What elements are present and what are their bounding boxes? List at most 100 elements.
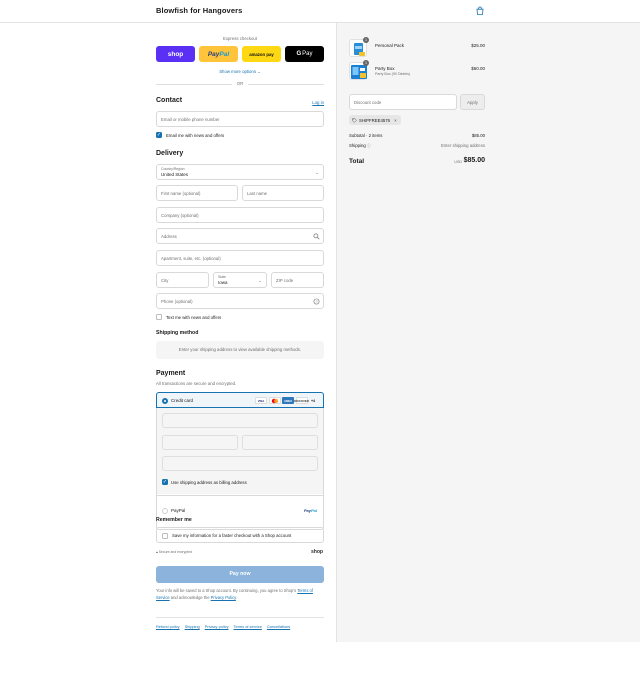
credit-card-radio[interactable] (162, 398, 168, 404)
legal-end: . (235, 594, 237, 600)
total-row: Total USD $85.00 (349, 157, 485, 166)
paypal-radio[interactable] (162, 508, 168, 514)
shop-logo: shop (311, 549, 323, 555)
item-price: $60.00 (471, 66, 485, 71)
refund-policy-link[interactable]: Refund policy (156, 624, 180, 629)
help-icon[interactable]: ? (313, 298, 320, 305)
legal-notice: Your info will be saved to a Shop accoun… (156, 588, 324, 601)
state-select[interactable]: State Iowa ⌄ (213, 272, 267, 288)
payment-options: Credit card VISA AMEX DISCOVER +4 ✓ Use … (156, 392, 324, 530)
phone-placeholder: Phone (optional) (161, 299, 193, 304)
privacy-policy-link[interactable]: Privacy Policy (211, 595, 236, 600)
email-placeholder: Email or mobile phone number (161, 117, 220, 122)
shipping-method-title: Shipping method (156, 330, 199, 336)
secure-text: 🔒︎ Secure and encrypted (156, 550, 192, 554)
shop-pay-button[interactable]: shop (156, 46, 195, 62)
total-label: Total (349, 158, 365, 165)
paypal-label: PayPal (171, 508, 186, 513)
paypal-pay-text: Pay (207, 50, 220, 58)
credit-card-fields: ✓ Use shipping address as billing addres… (157, 408, 323, 494)
amazon-pay-button[interactable]: amazon pay (242, 46, 281, 62)
card-security-field[interactable] (242, 435, 318, 450)
paypal-button[interactable]: Pay Pal (199, 46, 238, 62)
address-placeholder: Address (161, 234, 177, 239)
billing-same-checkbox[interactable]: ✓ (162, 479, 168, 485)
privacy-link[interactable]: Privacy policy (205, 624, 229, 629)
discount-tag-code: SHIPFREE4576 (359, 117, 391, 123)
paypal-logo: PayPal (304, 508, 317, 513)
apply-button[interactable]: Apply (460, 94, 485, 110)
google-pay-button[interactable]: G Pay (285, 46, 324, 62)
visa-icon: VISA (255, 397, 267, 404)
chevron-down-icon: ⌄ (258, 278, 262, 283)
first-name-field[interactable]: First name (optional) (156, 185, 238, 201)
billing-same-label: Use shipping address as billing address (171, 480, 247, 485)
address-field[interactable]: Address (156, 228, 324, 244)
country-label: Country/Region (161, 167, 185, 171)
zip-field[interactable]: ZIP code (271, 272, 324, 288)
credit-card-option[interactable]: Credit card VISA AMEX DISCOVER +4 (156, 392, 324, 408)
terms-link[interactable]: Terms of service (234, 624, 262, 629)
paypal-logo-pay: Pay (303, 508, 311, 513)
mastercard-icon (268, 397, 281, 404)
product-image: 1 (349, 37, 369, 57)
text-news-checkbox[interactable] (156, 314, 162, 320)
shipping-value: Enter shipping address (441, 143, 485, 148)
card-number-field[interactable] (162, 413, 318, 428)
last-name-placeholder: Last name (247, 191, 268, 196)
text-news-label: Text me with news and offers (166, 315, 222, 320)
discover-icon: DISCOVER (294, 397, 309, 404)
card-name-field[interactable] (162, 456, 318, 471)
payment-subtitle: All transactions are secure and encrypte… (156, 381, 237, 386)
search-icon (313, 233, 320, 240)
shipping-row: Shipping ⓘ Enter shipping address (349, 143, 485, 149)
card-brand-icons: VISA AMEX DISCOVER +4 (255, 397, 317, 404)
paypal-option[interactable]: PayPal PayPal (157, 495, 323, 529)
shopping-bag-icon[interactable] (475, 6, 485, 16)
total-value: $85.00 (463, 157, 485, 164)
remove-discount-icon[interactable]: × (394, 118, 397, 123)
email-field[interactable]: Email or mobile phone number (156, 111, 324, 127)
express-checkout-title: Express checkout (223, 36, 257, 41)
subtotal-label: Subtotal · 2 items (349, 133, 383, 138)
item-price: $25.00 (471, 43, 485, 48)
shipping-link[interactable]: Shipping (185, 624, 200, 629)
email-news-checkbox[interactable]: ✓ (156, 132, 162, 138)
payment-title: Payment (156, 370, 186, 377)
legal-mid: and acknowledge the (170, 594, 210, 600)
remember-me-title: Remember me (156, 517, 192, 523)
page-header: Blowfish for Hangovers (0, 0, 640, 23)
login-link[interactable]: Log in (312, 100, 324, 105)
first-name-placeholder: First name (optional) (161, 191, 201, 196)
subtotal-value: $85.00 (471, 133, 485, 138)
footer-links: Refund policy Shipping Privacy policy Te… (156, 617, 324, 629)
city-placeholder: City (161, 278, 169, 283)
show-more-options-link[interactable]: Show more options ⌄ (156, 69, 324, 75)
pay-now-button[interactable]: Pay now (156, 566, 324, 583)
remember-me-option[interactable]: Save my information for a faster checkou… (156, 527, 324, 543)
last-name-field[interactable]: Last name (242, 185, 324, 201)
phone-field[interactable]: Phone (optional) ? (156, 293, 324, 309)
country-select[interactable]: Country/Region United States ⌄ (156, 164, 324, 180)
company-placeholder: Company (optional) (161, 213, 199, 218)
secure-row: 🔒︎ Secure and encrypted shop (156, 549, 324, 556)
company-field[interactable]: Company (optional) (156, 207, 324, 223)
store-brand[interactable]: Blowfish for Hangovers (156, 6, 242, 15)
cancellations-link[interactable]: Cancellations (267, 624, 290, 629)
lock-icon: 🔒︎ (156, 550, 158, 554)
discount-code-field[interactable]: Discount code (349, 94, 457, 110)
item-name: Personal Pack (375, 43, 405, 48)
state-label: State (218, 275, 226, 279)
apartment-placeholder: Apartment, suite, etc. (optional) (161, 256, 221, 261)
credit-card-label: Credit card (171, 398, 194, 403)
express-buttons: shop Pay Pal amazon pay G Pay (156, 46, 324, 62)
state-value: Iowa (218, 280, 228, 285)
info-icon[interactable]: ⓘ (367, 144, 371, 148)
total-currency: USD (454, 160, 462, 164)
remember-me-checkbox[interactable] (162, 533, 168, 539)
city-field[interactable]: City (156, 272, 209, 288)
discount-placeholder: Discount code (354, 100, 382, 105)
apartment-field[interactable]: Apartment, suite, etc. (optional) (156, 250, 324, 266)
card-expiry-field[interactable] (162, 435, 238, 450)
paypal-pal-text: Pal (219, 50, 230, 58)
